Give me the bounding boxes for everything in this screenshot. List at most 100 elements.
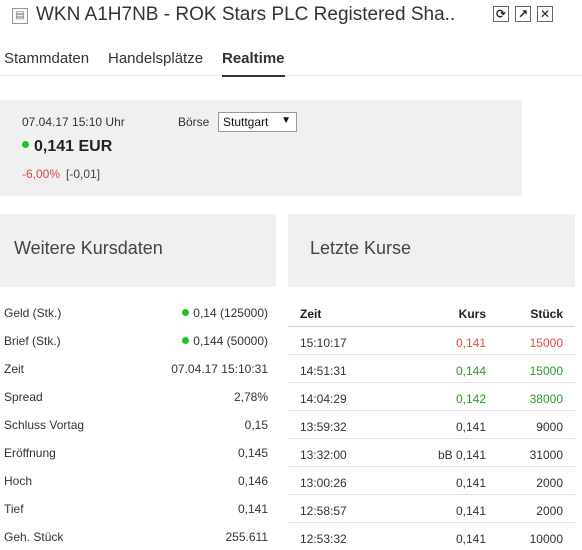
cell-stueck: 15000 bbox=[529, 364, 563, 378]
exchange-select[interactable]: Stuttgart ▼ bbox=[218, 112, 297, 132]
cell-stueck: 15000 bbox=[529, 336, 563, 350]
table-row: 12:58:57 0,141 2000 bbox=[288, 495, 575, 523]
status-dot-icon bbox=[22, 141, 29, 149]
section-title-kursdaten: Weitere Kursdaten bbox=[14, 238, 163, 258]
quote-datetime: 07.04.17 15:10 Uhr bbox=[22, 115, 125, 129]
exchange-selected-value: Stuttgart bbox=[223, 115, 269, 129]
kursdaten-value-text: 07.04.17 15:10:31 bbox=[171, 362, 268, 376]
kursdaten-value: 07.04.17 15:10:31 bbox=[171, 362, 268, 376]
cell-kurs: 0,141 bbox=[455, 476, 486, 490]
change-percent: -6,00% bbox=[22, 167, 61, 181]
kursdaten-label: Brief (Stk.) bbox=[4, 334, 61, 348]
cell-zeit: 13:00:26 bbox=[300, 476, 347, 490]
cell-kurs: 0,142 bbox=[455, 392, 486, 406]
kursdaten-value: 0,14 (125000) bbox=[182, 306, 268, 320]
cell-stueck: 38000 bbox=[529, 392, 563, 406]
exchange-label: Börse bbox=[178, 115, 210, 129]
kursdaten-value: 255.611 bbox=[226, 530, 269, 544]
table-row: 13:32:00 bB 0,141 31000 bbox=[288, 439, 575, 467]
kursdaten-value: 0,144 (50000) bbox=[182, 334, 268, 348]
table-row: 13:59:32 0,141 9000 bbox=[288, 411, 575, 439]
letzte-kurse-table: Zeit Kurs Stück 15:10:17 0,141 15000 14:51:… bbox=[288, 298, 575, 550]
table-header: Zeit Kurs Stück bbox=[288, 298, 575, 327]
kursdaten-value-text: 0,14 (125000) bbox=[193, 306, 268, 320]
cell-kurs: 0,141 bbox=[455, 504, 486, 518]
cell-kurs: 0,144 bbox=[455, 364, 486, 378]
close-icon[interactable]: ✕ bbox=[537, 6, 553, 22]
cell-stueck: 2000 bbox=[536, 476, 563, 490]
kursdaten-value-text: 0,146 bbox=[237, 474, 268, 488]
tab-bar: Stammdaten Handelsplätze Realtime bbox=[0, 40, 582, 77]
kursdaten-label: Schluss Vortag bbox=[4, 418, 85, 432]
kursdaten-value: 0,15 bbox=[245, 418, 268, 432]
cell-zeit: 12:58:57 bbox=[300, 504, 347, 518]
cell-stueck: 10000 bbox=[529, 532, 563, 546]
change-absolute: [-0,01] bbox=[66, 167, 101, 181]
kursdaten-row: Spread 2,78% bbox=[0, 382, 276, 410]
header-kurs[interactable]: Kurs bbox=[459, 307, 486, 321]
window-app-icon: ▤ bbox=[12, 8, 28, 24]
tab-stammdaten[interactable]: Stammdaten bbox=[4, 50, 89, 75]
quote-change: -6,00% [-0,01] bbox=[22, 167, 100, 181]
cell-stueck: 9000 bbox=[536, 420, 563, 434]
status-dot-icon bbox=[182, 337, 190, 345]
kursdaten-value-text: 2,78% bbox=[233, 390, 268, 404]
kursdaten-row: Tief 0,141 bbox=[0, 494, 276, 522]
section-weitere-kursdaten: Weitere Kursdaten bbox=[0, 214, 276, 287]
section-title-letzte-kurse: Letzte Kurse bbox=[310, 238, 412, 258]
kursdaten-row: Geld (Stk.) 0,14 (125000) bbox=[0, 298, 276, 326]
table-row: 12:53:32 0,141 10000 bbox=[288, 523, 575, 550]
kursdaten-value-text: 255.611 bbox=[225, 530, 269, 544]
kursdaten-value-text: 0,141 bbox=[237, 502, 268, 516]
quote-price: 0,141 EUR bbox=[22, 138, 112, 156]
tab-realtime[interactable]: Realtime bbox=[222, 50, 285, 77]
quote-panel: 07.04.17 15:10 Uhr Börse Stuttgart ▼ 0,1… bbox=[0, 100, 522, 196]
cell-zeit: 13:59:32 bbox=[300, 420, 347, 434]
kursdaten-label: Geh. Stück bbox=[4, 530, 64, 544]
kursdaten-row: Geh. Stück 255.611 bbox=[0, 522, 276, 550]
kursdaten-value: 2,78% bbox=[234, 390, 268, 404]
cell-zeit: 12:53:32 bbox=[300, 532, 347, 546]
kursdaten-label: Zeit bbox=[4, 362, 25, 376]
window-titlebar: ▤ WKN A1H7NB - ROK Stars PLC Registered … bbox=[0, 0, 582, 32]
kursdaten-row: Hoch 0,146 bbox=[0, 466, 276, 494]
cell-stueck: 31000 bbox=[529, 448, 563, 462]
window-title: WKN A1H7NB - ROK Stars PLC Registered Sh… bbox=[36, 4, 456, 25]
dropdown-arrow-icon: ▼ bbox=[281, 115, 291, 126]
table-row: 14:51:31 0,144 15000 bbox=[288, 355, 575, 383]
kursdaten-value: 0,141 bbox=[238, 502, 268, 516]
kursdaten-label: Spread bbox=[4, 390, 43, 404]
cell-kurs: bB 0,141 bbox=[437, 448, 486, 462]
kursdaten-value: 0,145 bbox=[238, 446, 268, 460]
kursdaten-label: Eröffnung bbox=[4, 446, 56, 460]
section-letzte-kurse: Letzte Kurse bbox=[288, 214, 575, 287]
table-row: 15:10:17 0,141 15000 bbox=[288, 327, 575, 355]
kursdaten-row: Schluss Vortag 0,15 bbox=[0, 410, 276, 438]
kursdaten-label: Hoch bbox=[4, 474, 33, 488]
kursdaten-value-text: 0,145 bbox=[237, 446, 268, 460]
kursdaten-label: Tief bbox=[4, 502, 24, 516]
cell-kurs: 0,141 bbox=[455, 420, 486, 434]
table-row: 13:00:26 0,141 2000 bbox=[288, 467, 575, 495]
status-dot-icon bbox=[182, 309, 190, 317]
kursdaten-row: Brief (Stk.) 0,144 (50000) bbox=[0, 326, 276, 354]
header-stueck[interactable]: Stück bbox=[530, 307, 563, 321]
popout-icon[interactable]: ↗ bbox=[515, 6, 531, 22]
kursdaten-value-text: 0,144 (50000) bbox=[193, 334, 268, 348]
cell-kurs: 0,141 bbox=[455, 532, 486, 546]
cell-zeit: 15:10:17 bbox=[300, 336, 347, 350]
cell-zeit: 14:51:31 bbox=[300, 364, 347, 378]
kursdaten-table: Geld (Stk.) 0,14 (125000) Brief (Stk.) 0,14… bbox=[0, 298, 276, 550]
cell-stueck: 2000 bbox=[536, 504, 563, 518]
price-value: 0,141 EUR bbox=[34, 138, 113, 155]
cell-zeit: 13:32:00 bbox=[300, 448, 347, 462]
cell-zeit: 14:04:29 bbox=[300, 392, 347, 406]
tab-handelsplaetze[interactable]: Handelsplätze bbox=[108, 50, 203, 75]
header-zeit[interactable]: Zeit bbox=[300, 307, 321, 321]
table-row: 14:04:29 0,142 38000 bbox=[288, 383, 575, 411]
kursdaten-value: 0,146 bbox=[238, 474, 268, 488]
kursdaten-value-text: 0,15 bbox=[244, 418, 268, 432]
kursdaten-row: Zeit 07.04.17 15:10:31 bbox=[0, 354, 276, 382]
refresh-icon[interactable]: ⟳ bbox=[493, 6, 509, 22]
kursdaten-row: Eröffnung 0,145 bbox=[0, 438, 276, 466]
